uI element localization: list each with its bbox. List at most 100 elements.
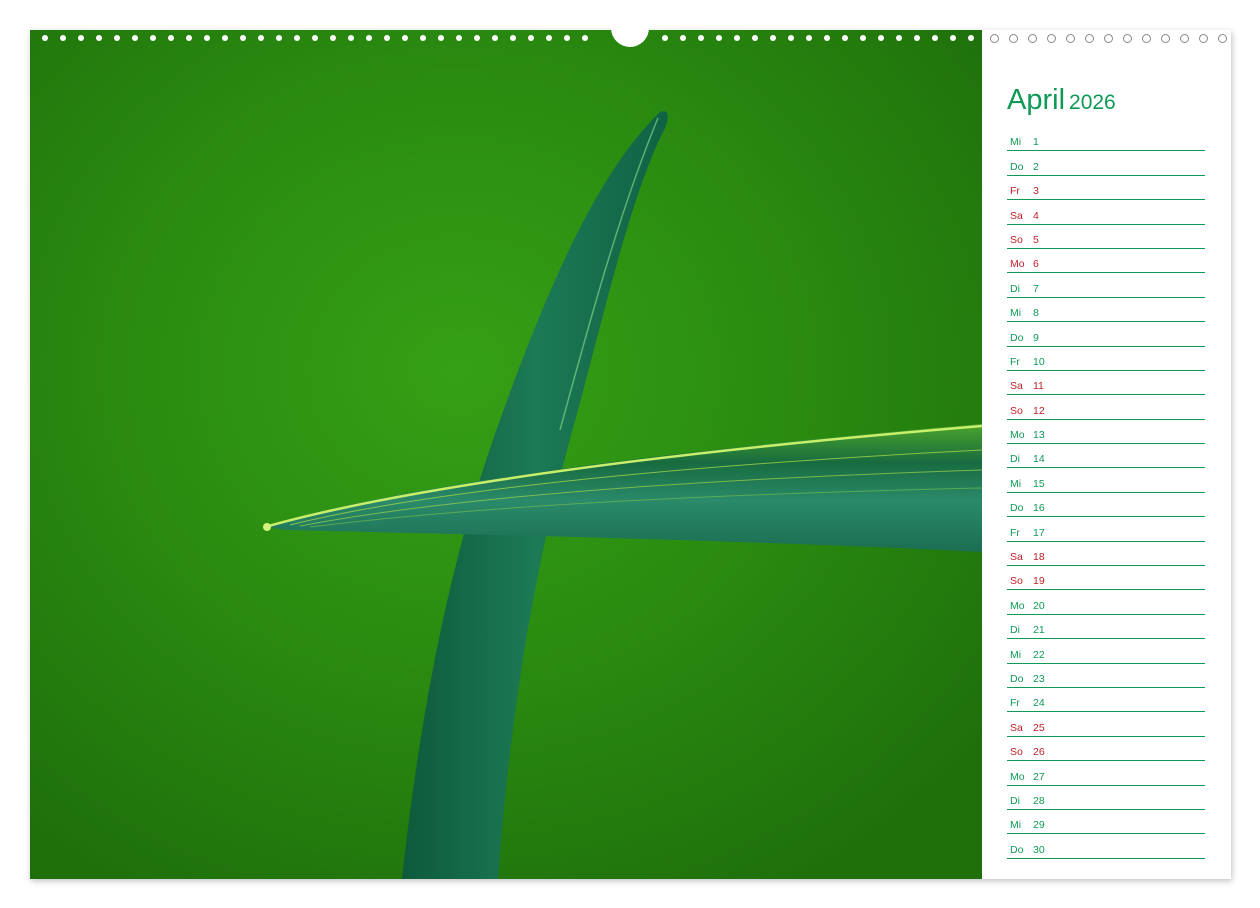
weekday-label: So — [1010, 404, 1023, 417]
binding-hole — [78, 35, 84, 41]
day-row: Di 21 — [1007, 616, 1205, 640]
binding-hole — [716, 35, 722, 41]
month-name: April — [1007, 84, 1066, 116]
binding-hole — [1028, 34, 1037, 43]
weekday-label: Mi — [1010, 819, 1022, 832]
day-row: Sa 11 — [1007, 372, 1205, 396]
binding-hole — [1161, 34, 1170, 43]
weekday-label: Mo — [1010, 599, 1025, 612]
day-row: Di 28 — [1007, 787, 1205, 810]
weekday-label: So — [1010, 746, 1023, 759]
binding-hole — [42, 35, 48, 41]
binding-hole — [60, 35, 66, 41]
weekday-label: So — [1010, 233, 1023, 246]
binding-hole — [222, 35, 228, 41]
day-number: 14 — [1033, 453, 1045, 466]
binding-hole — [114, 35, 120, 41]
binding-hole — [294, 35, 300, 41]
day-number: 21 — [1033, 624, 1045, 637]
binding-hole — [878, 35, 884, 41]
binding-hole — [150, 35, 156, 41]
day-number: 2 — [1033, 160, 1039, 173]
day-number: 3 — [1033, 185, 1039, 198]
weekday-label: Fr — [1010, 697, 1020, 710]
weekday-label: Sa — [1010, 721, 1023, 734]
binding-hole — [698, 35, 704, 41]
weekday-label: Mo — [1010, 258, 1025, 271]
binding-hole — [914, 35, 920, 41]
binding-hole — [330, 35, 336, 41]
weekday-label: Mi — [1010, 307, 1022, 320]
weekday-label: Do — [1010, 160, 1024, 173]
binding-hole — [860, 35, 866, 41]
day-number: 12 — [1033, 404, 1045, 417]
binding-hole — [806, 35, 812, 41]
day-row: Di 7 — [1007, 274, 1205, 298]
day-row: Mi 8 — [1007, 299, 1205, 323]
binding-hole — [546, 35, 552, 41]
binding-hole — [420, 35, 426, 41]
weekday-label: Di — [1010, 794, 1020, 807]
day-number: 28 — [1033, 794, 1045, 807]
day-number: 27 — [1033, 770, 1045, 783]
day-row: Mo 6 — [1007, 250, 1205, 274]
day-row: Mo 27 — [1007, 762, 1205, 786]
binding-hole — [258, 35, 264, 41]
day-number: 24 — [1033, 697, 1045, 710]
weekday-label: Mi — [1010, 477, 1022, 490]
binding-hole — [1218, 34, 1227, 43]
day-number: 4 — [1033, 209, 1039, 222]
year-label: 2026 — [1069, 91, 1116, 114]
day-number: 25 — [1033, 721, 1045, 734]
weekday-label: Di — [1010, 453, 1020, 466]
day-number: 10 — [1033, 355, 1045, 368]
day-row: Fr 3 — [1007, 177, 1205, 201]
grass-blades-icon — [30, 30, 982, 879]
day-row: Do 9 — [1007, 323, 1205, 347]
binding-hole — [770, 35, 776, 41]
day-row: So 5 — [1007, 226, 1205, 249]
day-number: 9 — [1033, 331, 1039, 344]
binding-hole — [204, 35, 210, 41]
binding-hole — [824, 35, 830, 41]
binding-hole — [240, 35, 246, 41]
grass-photo — [30, 30, 982, 879]
day-number: 26 — [1033, 746, 1045, 759]
day-number: 18 — [1033, 551, 1045, 564]
day-number: 6 — [1033, 258, 1039, 271]
day-row: Sa 4 — [1007, 201, 1205, 225]
weekday-label: Mo — [1010, 429, 1025, 442]
day-number: 5 — [1033, 233, 1039, 246]
weekday-label: Mi — [1010, 648, 1022, 661]
day-row: Mi 29 — [1007, 811, 1205, 835]
day-number: 22 — [1033, 648, 1045, 661]
binding-hole — [734, 35, 740, 41]
binding-hole — [662, 35, 668, 41]
weekday-label: Mi — [1010, 136, 1022, 149]
binding-hole — [528, 35, 534, 41]
binding-hole — [582, 35, 588, 41]
binding-hole — [456, 35, 462, 41]
binding-hole — [990, 34, 999, 43]
binding-hole — [1085, 34, 1094, 43]
day-row: Mo 13 — [1007, 421, 1205, 445]
binding-hole — [384, 35, 390, 41]
binding-hole — [788, 35, 794, 41]
weekday-label: Sa — [1010, 209, 1023, 222]
binding-hole — [1180, 34, 1189, 43]
day-row: Do 23 — [1007, 665, 1205, 688]
binding-hole — [348, 35, 354, 41]
day-number: 29 — [1033, 819, 1045, 832]
day-number: 20 — [1033, 599, 1045, 612]
weekday-label: Fr — [1010, 355, 1020, 368]
day-row: Do 2 — [1007, 152, 1205, 176]
day-number: 11 — [1033, 380, 1044, 393]
day-row: Fr 17 — [1007, 518, 1205, 542]
weekday-label: Do — [1010, 331, 1024, 344]
binding-hole — [96, 35, 102, 41]
weekday-label: So — [1010, 575, 1023, 588]
binding-hole — [752, 35, 758, 41]
binding-hole — [186, 35, 192, 41]
binding-hole — [1142, 34, 1151, 43]
day-number: 30 — [1033, 843, 1045, 856]
